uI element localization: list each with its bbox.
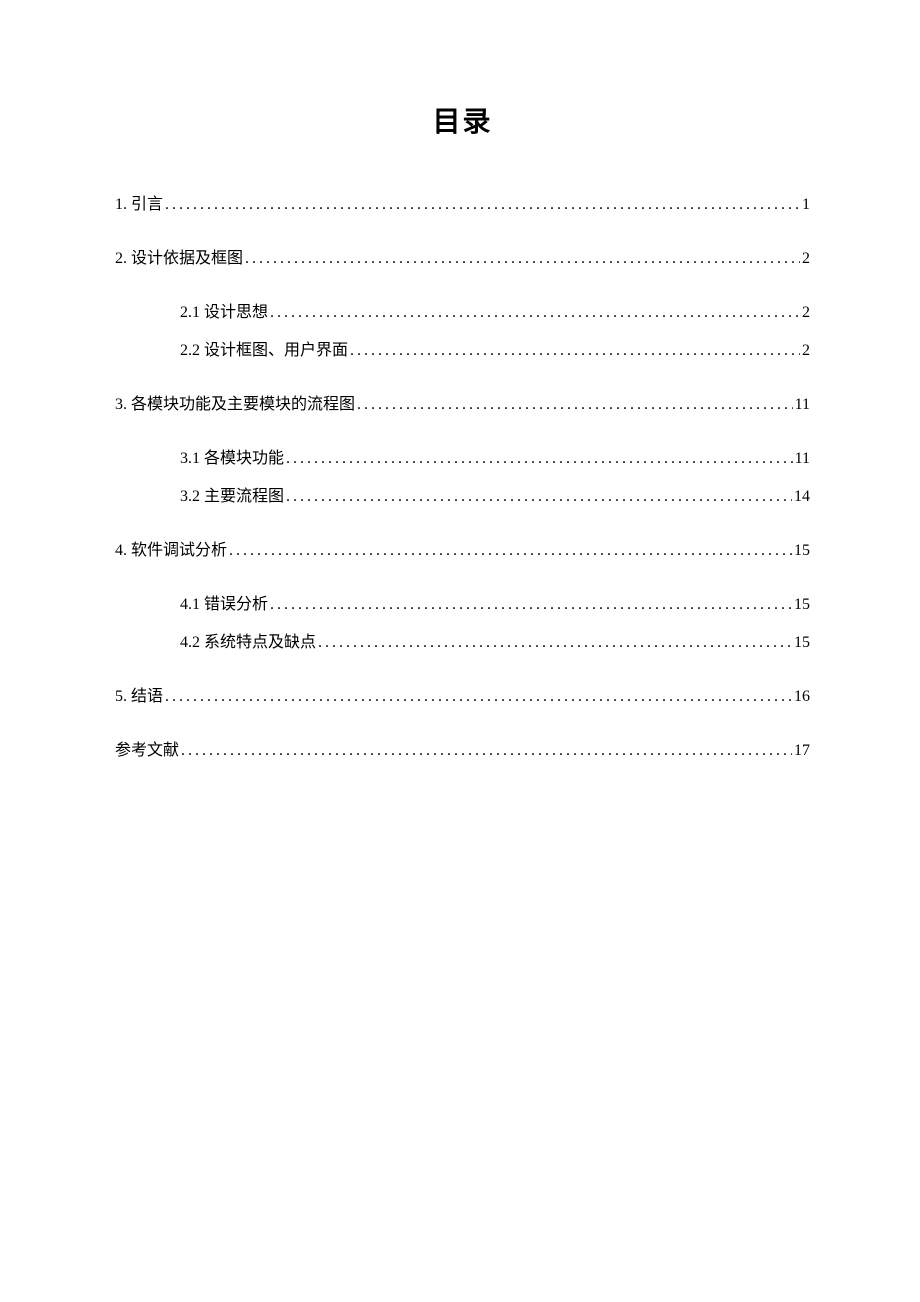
toc-entry-page: 17 <box>794 742 810 760</box>
toc-entry-label: 2. 设计依据及框图 <box>115 244 243 268</box>
toc-entry-label: 4.2 系统特点及缺点 <box>180 628 316 652</box>
toc-leader <box>357 396 793 414</box>
toc-entry: 2. 设计依据及框图 2 <box>115 244 810 268</box>
toc-entry: 4.1 错误分析 15 <box>180 590 810 614</box>
toc-entry-label: 4.1 错误分析 <box>180 590 268 614</box>
toc-entry-page: 2 <box>802 250 810 268</box>
toc-entry: 1. 引言 1 <box>115 190 810 214</box>
toc-entry: 4.2 系统特点及缺点 15 <box>180 628 810 652</box>
toc-entry-page: 16 <box>794 688 810 706</box>
toc-entry: 5. 结语 16 <box>115 682 810 706</box>
toc-entry-page: 15 <box>794 634 810 652</box>
toc-entry-page: 15 <box>794 542 810 560</box>
toc-entry: 2.1 设计思想 2 <box>180 298 810 322</box>
toc-entry: 3.2 主要流程图 14 <box>180 482 810 506</box>
toc-leader <box>270 304 800 322</box>
toc-entry-label: 1. 引言 <box>115 190 163 214</box>
toc-entry: 2.2 设计框图、用户界面 2 <box>180 336 810 360</box>
toc-entry-page: 2 <box>802 304 810 322</box>
toc-leader <box>318 634 792 652</box>
toc-entry-label: 4. 软件调试分析 <box>115 536 227 560</box>
toc-entry-label: 3.1 各模块功能 <box>180 444 284 468</box>
toc-entry-page: 15 <box>794 596 810 614</box>
toc-entry: 4. 软件调试分析 15 <box>115 536 810 560</box>
toc-entry: 参考文献 17 <box>115 736 810 760</box>
toc-entry-page: 2 <box>802 342 810 360</box>
toc-leader <box>229 542 792 560</box>
toc-leader <box>181 742 792 760</box>
toc-leader <box>286 488 792 506</box>
toc-entry-label: 3.2 主要流程图 <box>180 482 284 506</box>
toc-entry: 3. 各模块功能及主要模块的流程图 11 <box>115 390 810 414</box>
toc-entry-page: 11 <box>795 396 810 414</box>
page-title: 目录 <box>115 100 810 140</box>
toc-leader <box>286 450 793 468</box>
toc-entry-label: 2.1 设计思想 <box>180 298 268 322</box>
toc-entry-label: 参考文献 <box>115 736 179 760</box>
toc-leader <box>270 596 792 614</box>
toc-entry-page: 1 <box>802 196 810 214</box>
toc-entry-label: 3. 各模块功能及主要模块的流程图 <box>115 390 355 414</box>
toc-entry-page: 14 <box>794 488 810 506</box>
toc-leader <box>165 688 792 706</box>
toc-leader <box>245 250 800 268</box>
toc-entry-page: 11 <box>795 450 810 468</box>
toc-entry-label: 2.2 设计框图、用户界面 <box>180 336 348 360</box>
toc-entry-label: 5. 结语 <box>115 682 163 706</box>
toc-entry: 3.1 各模块功能 11 <box>180 444 810 468</box>
toc-leader <box>350 342 800 360</box>
toc-leader <box>165 196 800 214</box>
